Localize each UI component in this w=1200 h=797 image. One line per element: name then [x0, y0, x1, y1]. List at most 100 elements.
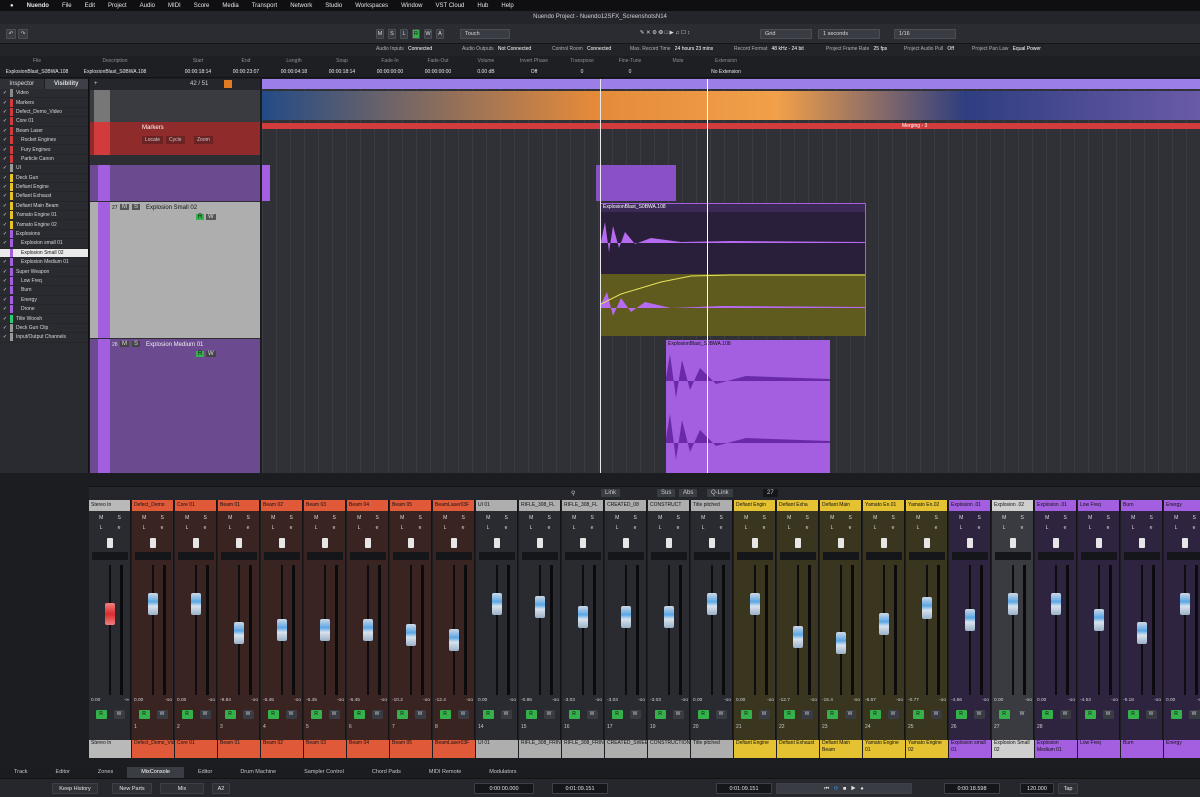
- pencil-icon[interactable]: ✎: [640, 30, 645, 36]
- channel-name[interactable]: Explosion .02: [992, 500, 1033, 511]
- channel-strip[interactable]: Explosion .01 M S Le 0.00 -oo R W 28 Explosion Me…: [1035, 500, 1077, 758]
- edit-channel-icon[interactable]: e: [720, 525, 723, 531]
- volume-fader[interactable]: [922, 596, 932, 619]
- pan-knob[interactable]: [537, 538, 543, 548]
- write-button[interactable]: W: [844, 710, 856, 719]
- write-button[interactable]: W: [371, 710, 383, 719]
- tab-visibility[interactable]: Visibility: [44, 79, 88, 89]
- peak-value[interactable]: -oo: [767, 698, 774, 703]
- automation-a-button[interactable]: A: [436, 29, 444, 39]
- channel-footer-name[interactable]: Burn: [1121, 740, 1163, 758]
- zoom-select[interactable]: Zoom: [194, 136, 213, 144]
- volume-fader[interactable]: [191, 593, 201, 615]
- write-button[interactable]: W: [930, 710, 942, 719]
- mute-button[interactable]: M: [357, 515, 361, 521]
- channel-strip[interactable]: Explosion .01 M S Le -4.66 -oo R W 26 Explosion s…: [949, 500, 991, 758]
- pan-value[interactable]: [694, 552, 730, 560]
- listen-button[interactable]: L: [401, 525, 404, 531]
- channel-name[interactable]: BeamLaser03F: [433, 500, 474, 511]
- channel-name[interactable]: Yamato En.01: [863, 500, 904, 511]
- pan-knob[interactable]: [150, 538, 156, 548]
- ruler[interactable]: [262, 79, 1200, 89]
- write-button[interactable]: W: [285, 710, 297, 719]
- volume-fader[interactable]: [1008, 593, 1018, 615]
- mute-button[interactable]: M: [120, 341, 129, 347]
- volume-value[interactable]: -3.03: [607, 698, 618, 703]
- channel-footer-name[interactable]: Low Freq: [1078, 740, 1120, 758]
- write-button[interactable]: W: [629, 710, 641, 719]
- solo-button[interactable]: S: [591, 515, 594, 521]
- secondary-time-display[interactable]: 0:01:09.151: [716, 783, 772, 794]
- mute-button[interactable]: M: [830, 515, 834, 521]
- solo-button[interactable]: S: [677, 515, 680, 521]
- read-automation-button[interactable]: R: [412, 29, 420, 39]
- pan-knob[interactable]: [451, 538, 457, 548]
- volume-value[interactable]: -10.2: [392, 698, 403, 703]
- volume-fader[interactable]: [836, 632, 846, 654]
- info-value[interactable]: No Extension: [698, 69, 754, 75]
- channel-strip[interactable]: Explosion .02 M S Le 0.00 -oo R W 27 Explosion Sm…: [992, 500, 1034, 758]
- mute-button[interactable]: M: [787, 515, 791, 521]
- channel-footer-name[interactable]: RIFLE_308_FRINGOE_PITC: [562, 740, 604, 758]
- check-icon[interactable]: ✓: [0, 222, 10, 228]
- read-button[interactable]: R: [396, 710, 408, 719]
- listen-button[interactable]: L: [272, 525, 275, 531]
- channel-strip[interactable]: Core 01 M S Le 0.00 -oo R W 2 Core 01: [175, 500, 217, 758]
- solo-button[interactable]: S: [290, 515, 293, 521]
- volume-value[interactable]: -4.53: [1080, 698, 1091, 703]
- channel-footer-name[interactable]: Yamato Engine 01: [863, 740, 905, 758]
- mix-select[interactable]: Mix: [160, 783, 204, 794]
- peak-value[interactable]: -oo: [423, 698, 430, 703]
- channel-footer-name[interactable]: Core 01: [175, 740, 217, 758]
- write-button[interactable]: W: [1145, 710, 1157, 719]
- listen-button[interactable]: L: [530, 525, 533, 531]
- read-button[interactable]: R: [439, 710, 451, 719]
- listen-button[interactable]: L: [874, 525, 877, 531]
- menu-item[interactable]: File: [62, 3, 72, 9]
- read-button[interactable]: R: [353, 710, 365, 719]
- cycle-select[interactable]: Cycle: [166, 136, 185, 144]
- read-button[interactable]: R: [654, 710, 666, 719]
- write-button[interactable]: W: [1016, 710, 1028, 719]
- pan-value[interactable]: [522, 552, 558, 560]
- volume-fader[interactable]: [664, 606, 674, 628]
- peak-value[interactable]: -oo: [595, 698, 602, 703]
- volume-value[interactable]: 0.00: [1166, 698, 1175, 703]
- listen-button[interactable]: L: [616, 525, 619, 531]
- lower-zone-tab[interactable]: Chord Pads: [358, 767, 415, 778]
- mute-button[interactable]: M: [873, 515, 877, 521]
- pan-knob[interactable]: [408, 538, 414, 548]
- volume-value[interactable]: -9.18: [1123, 698, 1134, 703]
- menu-item[interactable]: Score: [194, 3, 210, 9]
- peak-value[interactable]: -oo: [466, 698, 473, 703]
- primary-time-display[interactable]: 0:00:18.598: [944, 783, 1000, 794]
- solo-button[interactable]: S: [376, 515, 379, 521]
- write-button[interactable]: W: [887, 710, 899, 719]
- volume-value[interactable]: -3.03: [564, 698, 575, 703]
- write-button[interactable]: W: [206, 351, 216, 357]
- check-icon[interactable]: ✓: [0, 269, 10, 275]
- pan-knob[interactable]: [1182, 538, 1188, 548]
- channel-footer-name[interactable]: Explosion small 01: [949, 740, 991, 758]
- volume-fader[interactable]: [965, 608, 975, 631]
- solo-button[interactable]: S: [333, 515, 336, 521]
- channel-strip[interactable]: Defiant Engin M S Le 0.00 -oo R W 21 Defiant Engi…: [734, 500, 776, 758]
- listen-button[interactable]: L: [659, 525, 662, 531]
- channel-footer-name[interactable]: Beam 03: [304, 740, 346, 758]
- solo-button[interactable]: S: [720, 515, 723, 521]
- channel-strip[interactable]: Title pitched M S Le 0.00 -oo R W 20 Title pitche…: [691, 500, 733, 758]
- menu-item[interactable]: Edit: [85, 3, 95, 9]
- add-track-icon[interactable]: +: [94, 81, 98, 87]
- channel-name[interactable]: Title pitched: [691, 500, 732, 511]
- pan-knob[interactable]: [752, 538, 758, 548]
- edit-channel-icon[interactable]: e: [849, 525, 852, 531]
- read-button[interactable]: R: [955, 710, 967, 719]
- channel-strip[interactable]: Beam 05 M S Le -10.2 -oo R W 7 Beam 05: [390, 500, 432, 758]
- visibility-row[interactable]: ✓ Yamato Engine 01: [0, 211, 88, 221]
- solo-button[interactable]: S: [161, 515, 164, 521]
- channel-name[interactable]: Low Freq: [1078, 500, 1119, 511]
- check-icon[interactable]: ✓: [0, 156, 10, 162]
- visibility-row[interactable]: ✓ Defiant Main Beam: [0, 201, 88, 212]
- channel-footer-name[interactable]: Yamato Engine 02: [906, 740, 948, 758]
- channel-footer-name[interactable]: Title pitched: [691, 740, 733, 758]
